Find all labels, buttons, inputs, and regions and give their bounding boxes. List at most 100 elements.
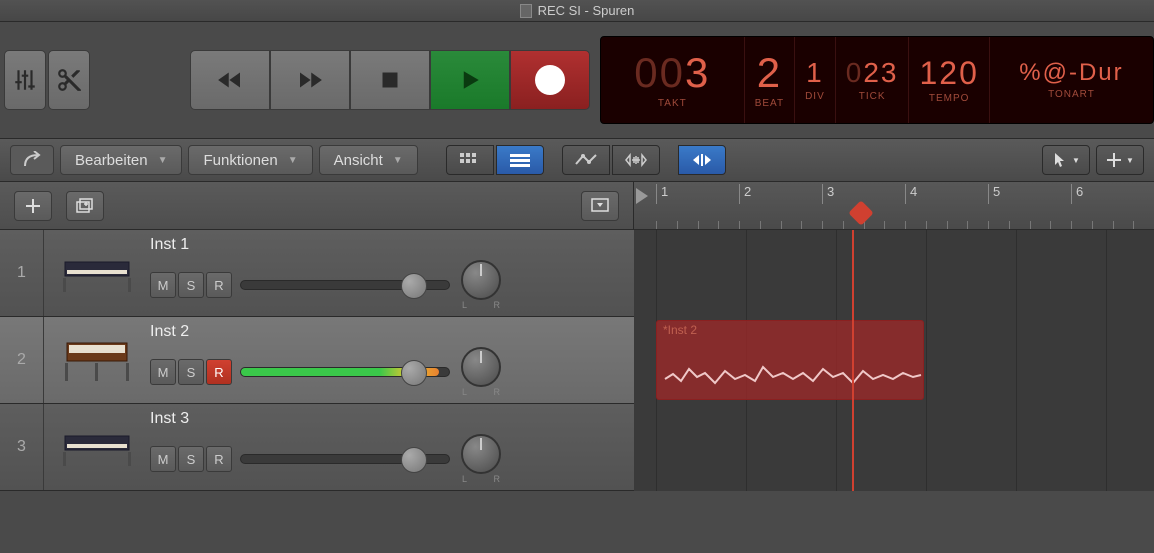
automation-curve-icon xyxy=(575,152,597,168)
ruler-bar-number: 4 xyxy=(905,184,988,204)
pointer-tool-select[interactable]: ▼ xyxy=(1042,145,1090,175)
lcd-key-value[interactable]: %@-Dur xyxy=(1019,61,1123,85)
tracks-area: 1 Inst 1 M S R LR xyxy=(0,230,1154,491)
secondary-tool-select[interactable]: ▼ xyxy=(1096,145,1144,175)
faders-icon xyxy=(12,67,38,93)
volume-slider[interactable] xyxy=(240,454,450,464)
pointer-icon xyxy=(1052,152,1068,168)
record-arm-button[interactable]: R xyxy=(206,272,232,298)
ruler-bar-number: 2 xyxy=(739,184,822,204)
track-number: 1 xyxy=(0,230,44,316)
solo-button[interactable]: S xyxy=(178,359,204,385)
lcd-tempo-label: TEMPO xyxy=(929,93,970,104)
view-menu[interactable]: Ansicht▼ xyxy=(319,145,418,175)
arrange-area[interactable]: *Inst 2 xyxy=(634,230,1154,491)
chevron-down-icon: ▼ xyxy=(1126,156,1134,165)
lcd-display: 003 TAKT 2 BEAT 1 DIV 023 TICK 120 TEMPO… xyxy=(600,36,1154,124)
crosshair-icon xyxy=(1106,152,1122,168)
lcd-div-value[interactable]: 1 xyxy=(806,59,824,87)
lcd-bar-value[interactable]: 003 xyxy=(634,52,710,94)
editor-menu-bar: Bearbeiten ▼ Funktionen▼ Ansicht▼ ▼ xyxy=(0,138,1154,182)
scissors-icon xyxy=(56,67,82,93)
cycle-start-icon[interactable] xyxy=(636,188,648,204)
curved-arrow-icon xyxy=(22,151,42,169)
flex-icon xyxy=(625,152,647,168)
track-header-config-button[interactable] xyxy=(581,191,619,221)
timeline-ruler[interactable]: 123456 xyxy=(634,182,1154,229)
duplicate-icon xyxy=(75,197,95,215)
add-track-button[interactable] xyxy=(14,191,52,221)
pan-knob[interactable]: LR xyxy=(458,260,504,310)
record-button[interactable] xyxy=(510,50,590,110)
region-label: *Inst 2 xyxy=(657,321,923,339)
track-instrument-icon[interactable] xyxy=(52,417,142,477)
grid-icon xyxy=(459,152,481,168)
track-header[interactable]: 3 Inst 3 M S R LR xyxy=(0,404,634,491)
solo-button[interactable]: S xyxy=(178,446,204,472)
flex-button[interactable] xyxy=(612,145,660,175)
track-name-label[interactable]: Inst 2 xyxy=(150,323,624,341)
pan-knob[interactable]: LR xyxy=(458,434,504,484)
chevron-down-icon: ▼ xyxy=(158,155,168,166)
functions-menu[interactable]: Funktionen▼ xyxy=(188,145,312,175)
mute-button[interactable]: M xyxy=(150,272,176,298)
track-number: 2 xyxy=(0,317,44,403)
dropdown-box-icon xyxy=(591,198,609,214)
forward-button[interactable] xyxy=(270,50,350,110)
volume-slider[interactable] xyxy=(240,280,450,290)
play-icon xyxy=(455,65,485,95)
track-instrument-icon[interactable] xyxy=(52,330,142,390)
ruler-bar-number: 3 xyxy=(822,184,905,204)
ruler-bar-number: 5 xyxy=(988,184,1071,204)
lcd-beat-label: BEAT xyxy=(755,98,784,109)
hierarchy-up-button[interactable] xyxy=(10,145,54,175)
stop-icon xyxy=(375,65,405,95)
track-number: 3 xyxy=(0,404,44,490)
automation-button[interactable] xyxy=(562,145,610,175)
list-icon xyxy=(509,152,531,168)
chevron-down-icon: ▼ xyxy=(393,155,403,166)
window-titlebar: REC SI - Spuren xyxy=(0,0,1154,22)
track-name-label[interactable]: Inst 3 xyxy=(150,410,624,428)
track-header-row: 123456 xyxy=(0,182,1154,230)
scissors-button[interactable] xyxy=(48,50,90,110)
list-view-button[interactable] xyxy=(496,145,544,175)
track-header[interactable]: 1 Inst 1 M S R LR xyxy=(0,230,634,317)
lcd-tick-value[interactable]: 023 xyxy=(846,59,899,87)
mixer-button[interactable] xyxy=(4,50,46,110)
lcd-beat-value[interactable]: 2 xyxy=(757,52,782,94)
playhead-marker[interactable] xyxy=(852,204,870,222)
grid-view-button[interactable] xyxy=(446,145,494,175)
lcd-tempo-value[interactable]: 120 xyxy=(919,57,978,89)
ruler-bar-number: 6 xyxy=(1071,184,1154,204)
mute-button[interactable]: M xyxy=(150,446,176,472)
window-title: REC SI - Spuren xyxy=(538,3,635,18)
stop-button[interactable] xyxy=(350,50,430,110)
rewind-button[interactable] xyxy=(190,50,270,110)
mute-button[interactable]: M xyxy=(150,359,176,385)
duplicate-track-button[interactable] xyxy=(66,191,104,221)
record-icon xyxy=(535,65,565,95)
lcd-div-label: DIV xyxy=(805,91,825,102)
volume-slider[interactable] xyxy=(240,367,450,377)
play-button[interactable] xyxy=(430,50,510,110)
record-arm-button[interactable]: R xyxy=(206,359,232,385)
lcd-key-label: TONART xyxy=(1048,89,1095,100)
lcd-bar-label: TAKT xyxy=(658,98,687,109)
chevron-down-icon: ▼ xyxy=(288,155,298,166)
region-midi-content xyxy=(663,359,923,389)
track-instrument-icon[interactable] xyxy=(52,243,142,303)
solo-button[interactable]: S xyxy=(178,272,204,298)
record-arm-button[interactable]: R xyxy=(206,446,232,472)
pan-knob[interactable]: LR xyxy=(458,347,504,397)
midi-region[interactable]: *Inst 2 xyxy=(656,320,924,400)
catch-playhead-button[interactable] xyxy=(678,145,726,175)
edit-menu[interactable]: Bearbeiten ▼ xyxy=(60,145,182,175)
track-header[interactable]: 2 Inst 2 M S R LR xyxy=(0,317,634,404)
edit-menu-label: Bearbeiten xyxy=(75,152,148,169)
fast-forward-icon xyxy=(295,65,325,95)
playhead-line[interactable] xyxy=(852,230,854,491)
ruler-bar-number: 1 xyxy=(656,184,739,204)
catch-icon xyxy=(691,152,713,168)
track-name-label[interactable]: Inst 1 xyxy=(150,236,624,254)
